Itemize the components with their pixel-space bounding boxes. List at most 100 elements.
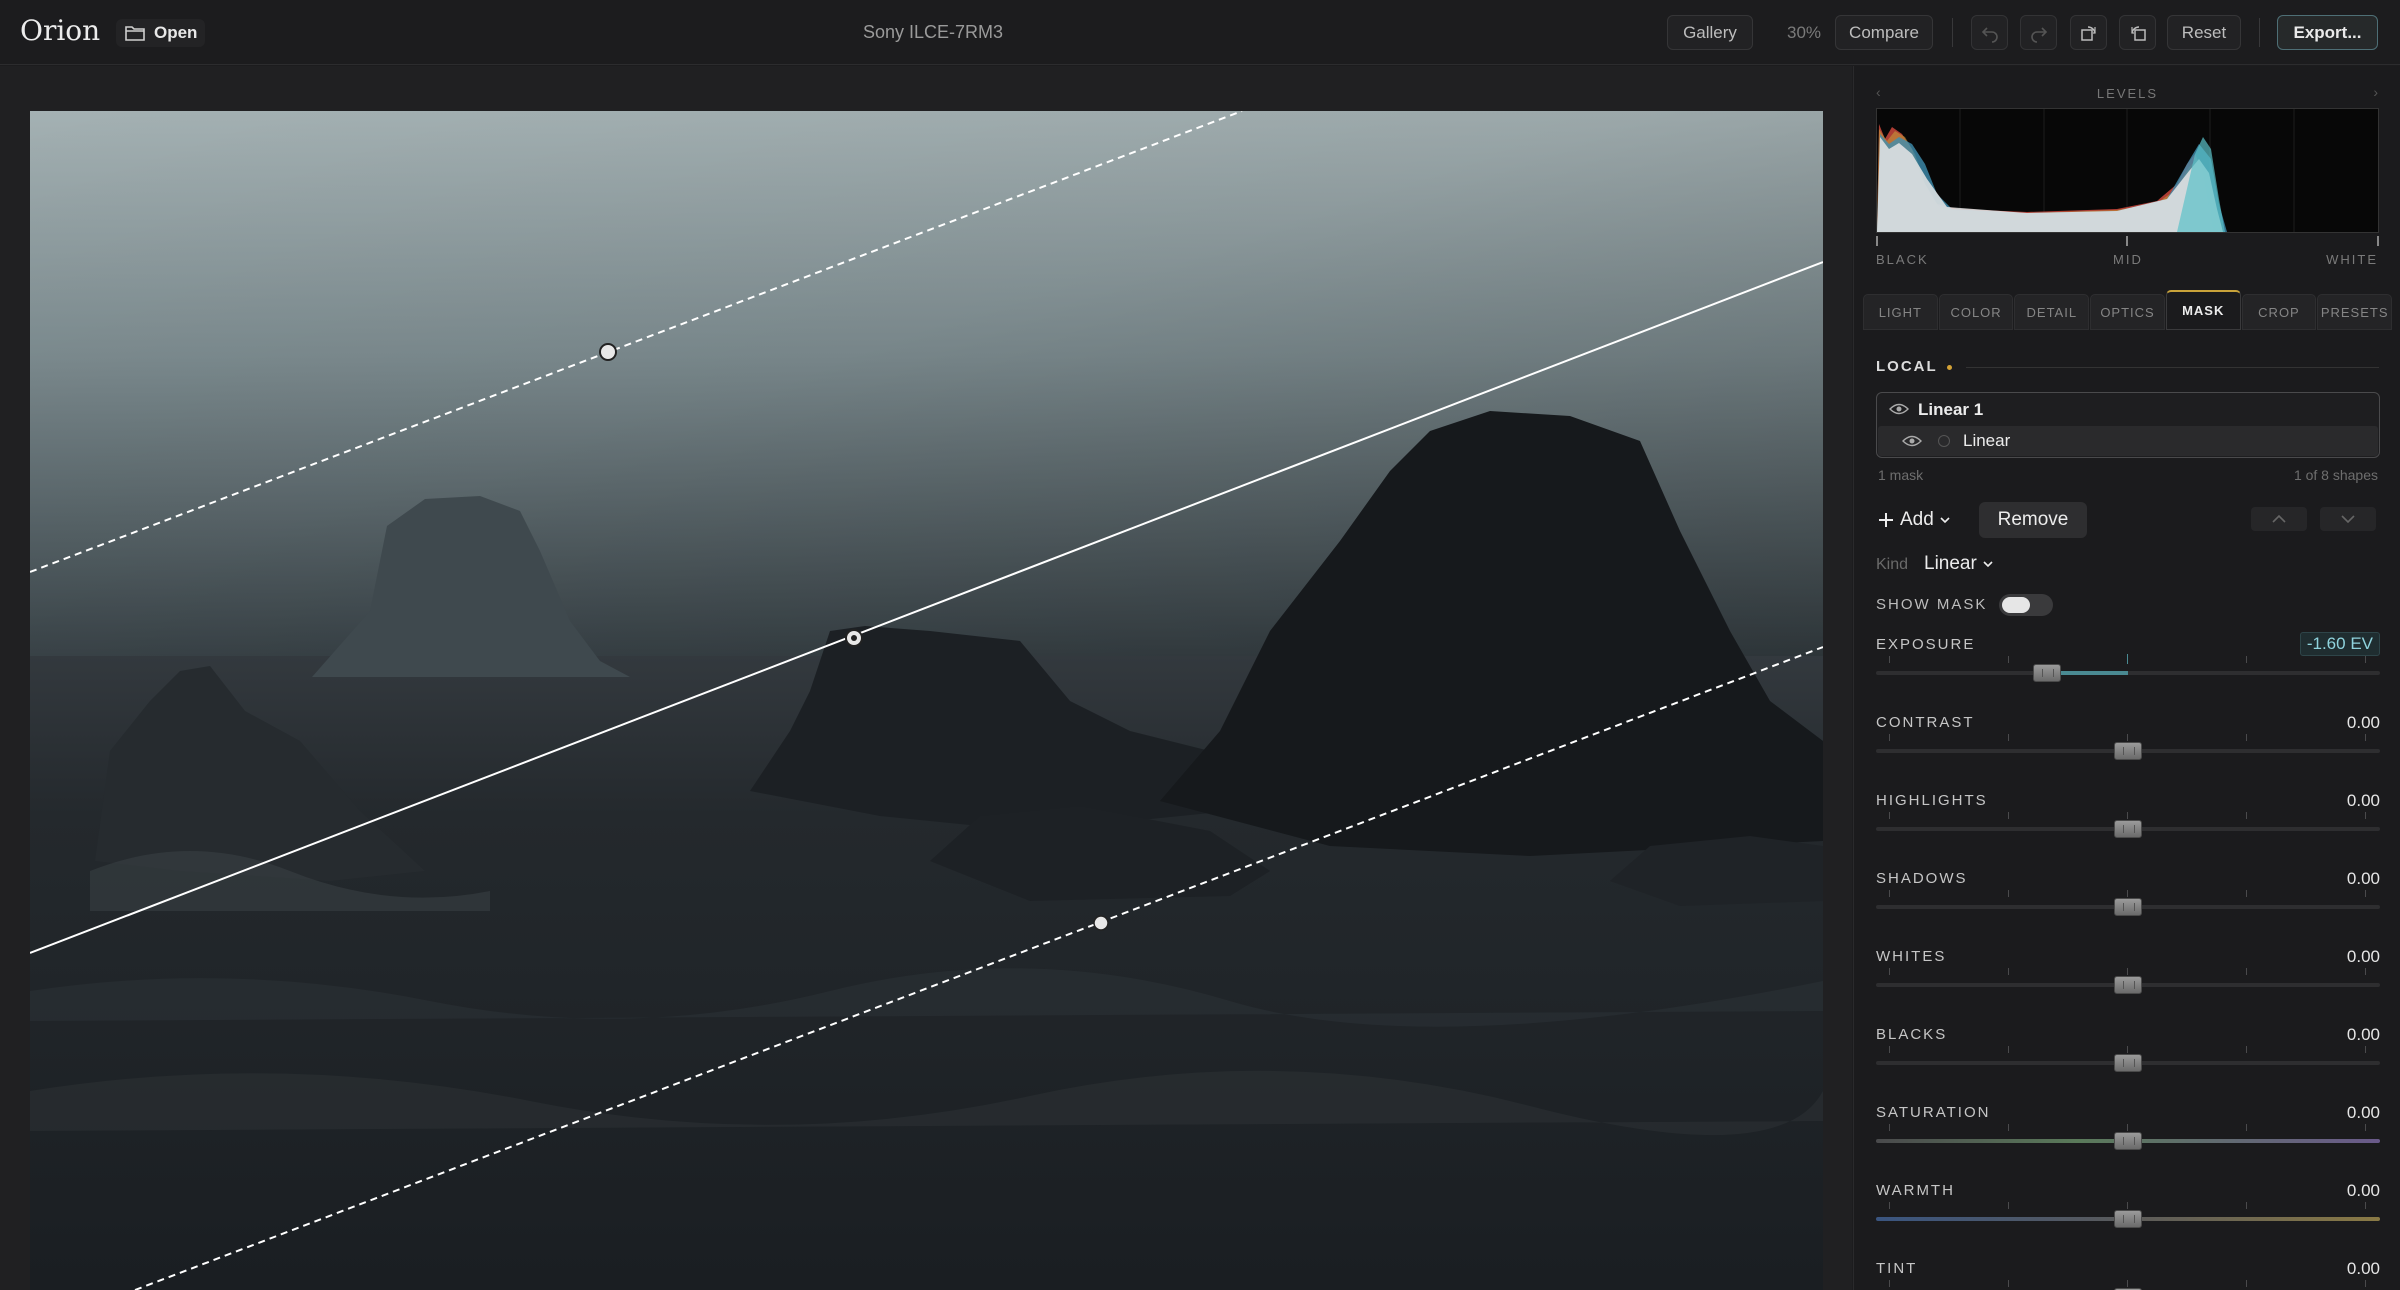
adjustment-value[interactable]: 0.00 (2347, 947, 2380, 967)
slider-tick (2246, 812, 2247, 819)
slider-thumb[interactable] (2114, 1132, 2142, 1150)
compare-button[interactable]: Compare (1835, 15, 1933, 50)
slider-tick (2127, 968, 2128, 975)
tab-light[interactable]: LIGHT (1863, 294, 1938, 330)
adjustment-value[interactable]: 0.00 (2347, 1025, 2380, 1045)
adjustment-label: WHITES (1876, 948, 1947, 965)
slider-tick (2246, 1046, 2247, 1053)
histogram-luma (1877, 137, 2223, 232)
slider-thumb[interactable] (2114, 1210, 2142, 1228)
slider-track[interactable] (1876, 671, 2380, 675)
slider-tick (2246, 1124, 2247, 1131)
shape-name: Linear (1963, 431, 2011, 450)
tab-mask[interactable]: MASK (2165, 290, 2241, 330)
slider-tick (1889, 1202, 1890, 1209)
show-mask-label: SHOW MASK (1876, 596, 1988, 613)
slider-tick (2008, 656, 2009, 663)
add-shape-button[interactable]: Add (1878, 503, 1950, 537)
slider-tick (2246, 656, 2247, 663)
move-down-button[interactable] (2320, 507, 2376, 531)
move-up-button[interactable] (2251, 507, 2307, 531)
slider-tick (2127, 734, 2128, 741)
eye-icon[interactable] (1889, 402, 1909, 416)
toolbar-divider (2259, 18, 2260, 47)
reset-button[interactable]: Reset (2167, 15, 2241, 50)
mask-name: Linear 1 (1918, 400, 1984, 419)
slider-tick (2365, 1124, 2366, 1131)
tab-optics[interactable]: OPTICS (2090, 294, 2165, 330)
slider-tick (1889, 1124, 1890, 1131)
gallery-button[interactable]: Gallery (1667, 15, 1753, 50)
top-toolbar: Orion Open Sony ILCE-7RM3 Gallery 30% Co… (0, 0, 2400, 65)
local-divider (1966, 367, 2379, 368)
slider-tick (2008, 1280, 2009, 1287)
slider-tick (2127, 1280, 2128, 1287)
adjustment-value[interactable]: 0.00 (2347, 1181, 2380, 1201)
levels-title: LEVELS (2096, 86, 2159, 101)
adjustment-value[interactable]: 0.00 (2347, 1103, 2380, 1123)
photo-preview[interactable] (30, 111, 1823, 1290)
slider-tick (2127, 1202, 2128, 1209)
show-mask-toggle[interactable] (1999, 594, 2053, 616)
chevron-down-icon (2341, 515, 2355, 524)
levels-next-icon[interactable]: › (2373, 84, 2378, 100)
slider-tick (2008, 890, 2009, 897)
adjustment-warmth: WARMTH 0.00 (1876, 1181, 2380, 1252)
eye-icon[interactable] (1902, 434, 1922, 448)
adjustment-value[interactable]: 0.00 (2347, 713, 2380, 733)
adjustments-panel: ‹ LEVELS › BLACK MID WHITE LIGHT COLOR D… (1853, 66, 2400, 1290)
redo-button[interactable] (2020, 15, 2057, 50)
adjustment-value[interactable]: 0.00 (2347, 1259, 2380, 1279)
slider-tick (2365, 1046, 2366, 1053)
slider-thumb[interactable] (2114, 898, 2142, 916)
adjustment-label: SHADOWS (1876, 870, 1968, 887)
tab-presets[interactable]: PRESETS (2317, 294, 2393, 330)
adjustment-label: WARMTH (1876, 1182, 1955, 1199)
adjustment-value[interactable]: 0.00 (2347, 869, 2380, 889)
undo-button[interactable] (1971, 15, 2008, 50)
slider-thumb[interactable] (2114, 820, 2142, 838)
add-label: Add (1900, 509, 1934, 530)
slider-tick (1889, 1280, 1890, 1287)
shape-radio-icon[interactable] (1938, 435, 1950, 447)
slider-tick (2008, 968, 2009, 975)
mask-item[interactable]: Linear 1 (1877, 393, 2379, 425)
slider-tick (2365, 1280, 2366, 1287)
zoom-level[interactable]: 30% (1787, 23, 1821, 43)
adjustment-label: HIGHLIGHTS (1876, 792, 1988, 809)
redo-icon (2030, 26, 2047, 43)
slider-thumb[interactable] (2114, 742, 2142, 760)
slider-thumb[interactable] (2033, 664, 2062, 682)
local-title: LOCAL (1876, 358, 1938, 375)
slider-tick (2246, 734, 2247, 741)
tab-crop[interactable]: CROP (2241, 294, 2317, 330)
slider-tick (2008, 1046, 2009, 1053)
chevron-down-icon (1983, 561, 1993, 568)
slider-tick (2127, 1046, 2128, 1053)
tab-detail[interactable]: DETAIL (2014, 294, 2090, 330)
kind-dropdown[interactable]: Linear (1924, 553, 1993, 575)
rotate-right-button[interactable] (2119, 15, 2156, 50)
adjustment-tint: TINT 0.00 (1876, 1259, 2380, 1290)
slider-tick (2365, 890, 2366, 897)
shape-count: 1 of 8 shapes (2293, 467, 2378, 483)
slider-tick (2246, 1280, 2247, 1287)
slider-thumb[interactable] (2114, 1054, 2142, 1072)
plus-icon (1879, 513, 1893, 527)
remove-shape-button[interactable]: Remove (1979, 502, 2087, 538)
slider-tick (2246, 890, 2247, 897)
adjustment-value[interactable]: -1.60 EV (2299, 632, 2380, 656)
chevron-down-icon (1940, 517, 1950, 524)
tab-color[interactable]: COLOR (1938, 294, 2014, 330)
slider-tick (1889, 734, 1890, 741)
export-button[interactable]: Export... (2277, 15, 2378, 50)
panel-tabs: LIGHT COLOR DETAIL OPTICS MASK CROP PRES… (1863, 290, 2393, 332)
mask-shape-item[interactable]: Linear (1878, 426, 2378, 456)
adjustment-value[interactable]: 0.00 (2347, 791, 2380, 811)
adjustment-whites: WHITES 0.00 (1876, 947, 2380, 1018)
local-section-header: LOCAL (1876, 358, 2379, 378)
histogram-white-label: WHITE (2326, 252, 2378, 267)
slider-thumb[interactable] (2114, 976, 2142, 994)
adjustment-label: TINT (1876, 1260, 1918, 1277)
rotate-left-button[interactable] (2070, 15, 2107, 50)
